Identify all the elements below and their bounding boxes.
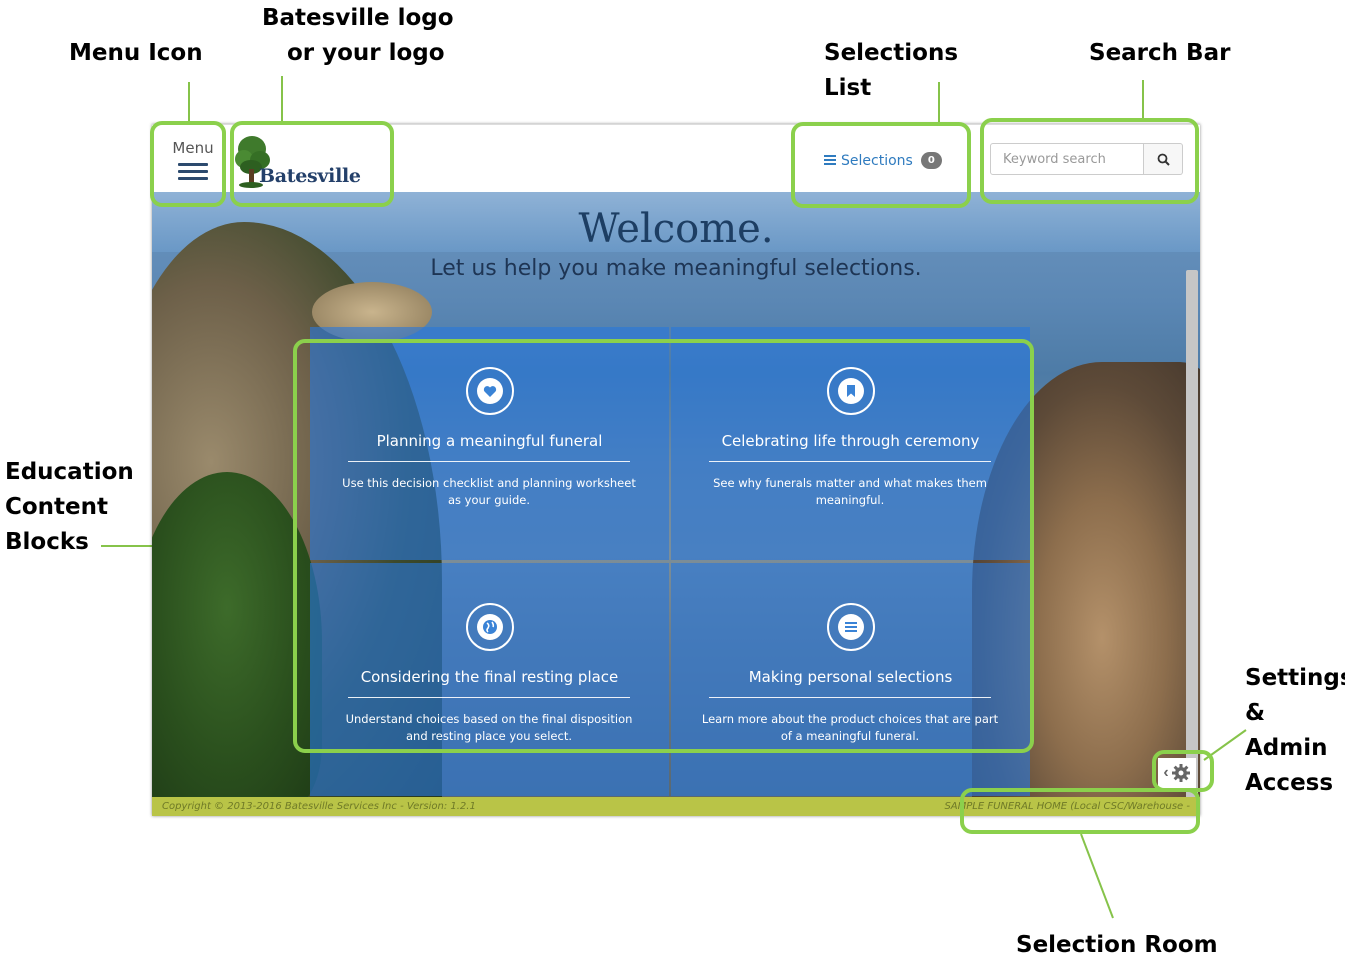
callout-settings-line1: Settings [1245,665,1345,691]
connector-logo [281,76,283,124]
callout-logo-line2: or your logo [286,40,445,66]
highlight-search [980,118,1199,204]
welcome-heading: Welcome. [578,206,774,252]
callout-settings-line3: Admin [1245,735,1328,761]
callout-settings: Settings & Admin Access [1245,661,1345,801]
callout-education-line1: Education [5,459,134,485]
copyright-text: Copyright © 2013-2016 Batesville Service… [162,801,476,812]
connector-menu [188,82,190,124]
callout-settings-line4: Access [1245,770,1334,796]
highlight-settings [1152,750,1214,792]
highlight-education-blocks [293,339,1034,753]
welcome-tagline: Let us help you make meaningful selectio… [430,256,922,281]
highlight-selections [791,122,971,208]
connector-search [1142,80,1144,120]
callout-selections-line1: Selections [824,40,959,66]
highlight-selection-room [960,788,1200,834]
highlight-logo [230,121,394,207]
callout-settings-line2: & [1245,700,1266,726]
callout-education-line3: Blocks [5,529,89,555]
connector-selection-room [1080,833,1114,919]
callout-education-line2: Content [5,494,109,520]
vertical-scrollbar[interactable] [1186,270,1198,798]
callout-menu-icon: Menu Icon [69,40,203,66]
callout-search-bar: Search Bar [1089,40,1231,66]
connector-selections [938,82,940,124]
callout-logo-line1: Batesville logo [262,5,454,31]
highlight-menu [150,121,226,207]
callout-selection-room: Selection Room [1016,932,1218,958]
callout-logo: Batesville logo or your logo [262,1,454,71]
